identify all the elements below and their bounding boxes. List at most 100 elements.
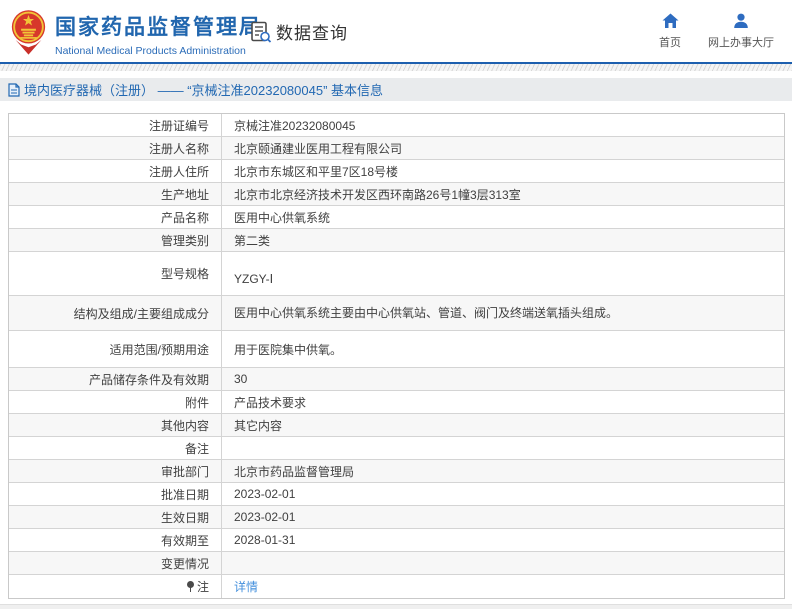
national-emblem-logo bbox=[11, 10, 46, 55]
registration-info-table: 注册证编号 京械注准20232080045 注册人名称 北京颐通建业医用工程有限公司注… bbox=[8, 113, 785, 599]
field-value-text: YZGY-Ⅰ bbox=[234, 272, 274, 286]
field-label: 附件 bbox=[9, 391, 222, 413]
field-value-text: 第二类 bbox=[234, 233, 271, 248]
table-row: 产品名称 医用中心供氧系统 bbox=[9, 206, 784, 229]
field-value: 医用中心供氧系统主要由中心供氧站、管道、阀门及终端送氧插头组成。 bbox=[222, 296, 784, 330]
footer-band bbox=[0, 604, 792, 609]
field-value: 北京颐通建业医用工程有限公司 bbox=[222, 137, 784, 159]
field-label-text: 备注 bbox=[184, 441, 209, 456]
field-label: 注册人住所 bbox=[9, 160, 222, 182]
field-label-text: 变更情况 bbox=[160, 556, 209, 571]
field-label: 注 bbox=[9, 575, 222, 598]
field-value: 北京市东城区和平里7区18号楼 bbox=[222, 160, 784, 182]
field-value-text: 北京市东城区和平里7区18号楼 bbox=[234, 164, 399, 179]
site-title-block: 国家药品监督管理局 National Medical Products Admi… bbox=[55, 11, 262, 57]
table-row: 管理类别 第二类 bbox=[9, 229, 784, 252]
table-row: 适用范围/预期用途 用于医院集中供氧。 bbox=[9, 331, 784, 368]
field-value-text: 产品技术要求 bbox=[234, 395, 307, 410]
field-value-text: 医用中心供氧系统主要由中心供氧站、管道、阀门及终端送氧插头组成。 bbox=[234, 306, 619, 320]
field-value-text: 其它内容 bbox=[234, 418, 283, 433]
pin-icon bbox=[186, 580, 195, 593]
field-value: 30 bbox=[222, 368, 784, 390]
field-value-text: 30 bbox=[234, 372, 248, 386]
nav-online-hall[interactable]: 网上办事大厅 bbox=[700, 13, 782, 50]
table-row: 结构及组成/主要组成成分 医用中心供氧系统主要由中心供氧站、管道、阀门及终端送氧插… bbox=[9, 296, 784, 331]
table-row: 附件 产品技术要求 bbox=[9, 391, 784, 414]
table-row: 变更情况 bbox=[9, 552, 784, 575]
field-label-text: 其他内容 bbox=[160, 418, 209, 433]
field-label-text: 批准日期 bbox=[160, 487, 209, 502]
table-row: 其他内容 其它内容 bbox=[9, 414, 784, 437]
field-label: 备注 bbox=[9, 437, 222, 459]
field-label-text: 注册人住所 bbox=[148, 164, 209, 179]
document-icon bbox=[8, 82, 20, 97]
field-value: 产品技术要求 bbox=[222, 391, 784, 413]
site-subtitle: National Medical Products Administration bbox=[55, 45, 246, 57]
data-query-label: 数据查询 bbox=[276, 24, 348, 43]
field-value: 第二类 bbox=[222, 229, 784, 251]
field-label: 生效日期 bbox=[9, 506, 222, 528]
table-row: 注 详情 bbox=[9, 575, 784, 598]
detail-link[interactable]: 详情 bbox=[234, 578, 258, 595]
field-label-text: 注册人名称 bbox=[148, 141, 209, 156]
field-value: 北京市药品监督管理局 bbox=[222, 460, 784, 482]
field-label-text: 生效日期 bbox=[160, 510, 209, 525]
field-value: 2023-02-01 bbox=[222, 506, 784, 528]
data-query-icon bbox=[251, 21, 272, 43]
field-label: 产品名称 bbox=[9, 206, 222, 228]
field-value-text: 2028-01-31 bbox=[234, 533, 296, 547]
site-title: 国家药品监督管理局 bbox=[55, 16, 262, 39]
person-icon bbox=[734, 13, 748, 28]
table-row: 有效期至 2028-01-31 bbox=[9, 529, 784, 552]
field-label: 其他内容 bbox=[9, 414, 222, 436]
field-label-text: 注 bbox=[196, 580, 209, 594]
field-label-text: 审批部门 bbox=[160, 464, 209, 479]
nav-home-label: 首页 bbox=[659, 37, 681, 49]
page-title: 境内医疗器械（注册） —— “京械注准20232080045” 基本信息 bbox=[24, 83, 384, 98]
field-label-text: 附件 bbox=[184, 395, 209, 410]
field-label: 生产地址 bbox=[9, 183, 222, 205]
field-value: 2028-01-31 bbox=[222, 529, 784, 551]
field-label: 有效期至 bbox=[9, 529, 222, 551]
field-label-text: 型号规格 bbox=[160, 267, 209, 281]
field-value: YZGY-Ⅰ bbox=[222, 252, 784, 295]
hatch-stripe-band bbox=[0, 64, 792, 71]
table-row: 产品储存条件及有效期 30 bbox=[9, 368, 784, 391]
field-label: 产品储存条件及有效期 bbox=[9, 368, 222, 390]
breadcrumb: 境内医疗器械（注册） —— “京械注准20232080045” 基本信息 bbox=[0, 78, 792, 101]
field-value-text: 北京市药品监督管理局 bbox=[234, 464, 355, 479]
field-label-text: 管理类别 bbox=[160, 233, 209, 248]
field-label-text: 产品名称 bbox=[160, 210, 209, 225]
field-value-text: 北京颐通建业医用工程有限公司 bbox=[234, 141, 403, 156]
data-query-tab[interactable]: 数据查询 bbox=[249, 19, 348, 44]
field-label: 批准日期 bbox=[9, 483, 222, 505]
field-label-text: 适用范围/预期用途 bbox=[109, 342, 209, 357]
nav-online-hall-label: 网上办事大厅 bbox=[708, 37, 774, 49]
field-label: 变更情况 bbox=[9, 552, 222, 574]
field-value: 医用中心供氧系统 bbox=[222, 206, 784, 228]
home-icon bbox=[662, 13, 678, 28]
field-value: 2023-02-01 bbox=[222, 483, 784, 505]
field-label: 型号规格 bbox=[9, 252, 222, 295]
nav-home[interactable]: 首页 bbox=[648, 13, 692, 50]
table-row: 备注 bbox=[9, 437, 784, 460]
field-value-text: 2023-02-01 bbox=[234, 487, 296, 501]
field-label-text: 结构及组成/主要组成成分 bbox=[73, 306, 209, 321]
field-label-text: 注册证编号 bbox=[148, 118, 209, 133]
table-row: 批准日期 2023-02-01 bbox=[9, 483, 784, 506]
field-label-text: 有效期至 bbox=[160, 533, 209, 548]
page-header: 国家药品监督管理局 National Medical Products Admi… bbox=[0, 0, 792, 62]
table-row: 注册证编号 京械注准20232080045 bbox=[9, 114, 784, 137]
field-value bbox=[222, 552, 784, 574]
field-value-text: 医用中心供氧系统 bbox=[234, 210, 331, 225]
field-label: 注册证编号 bbox=[9, 114, 222, 136]
field-value: 北京市北京经济技术开发区西环南路26号1幢3层313室 bbox=[222, 183, 784, 205]
field-value: 用于医院集中供氧。 bbox=[222, 331, 784, 367]
field-value-text: 2023-02-01 bbox=[234, 510, 296, 524]
table-row: 注册人住所 北京市东城区和平里7区18号楼 bbox=[9, 160, 784, 183]
field-label: 审批部门 bbox=[9, 460, 222, 482]
field-value: 京械注准20232080045 bbox=[222, 114, 784, 136]
table-row: 型号规格 YZGY-Ⅰ bbox=[9, 252, 784, 296]
field-label: 注册人名称 bbox=[9, 137, 222, 159]
table-row: 生产地址 北京市北京经济技术开发区西环南路26号1幢3层313室 bbox=[9, 183, 784, 206]
